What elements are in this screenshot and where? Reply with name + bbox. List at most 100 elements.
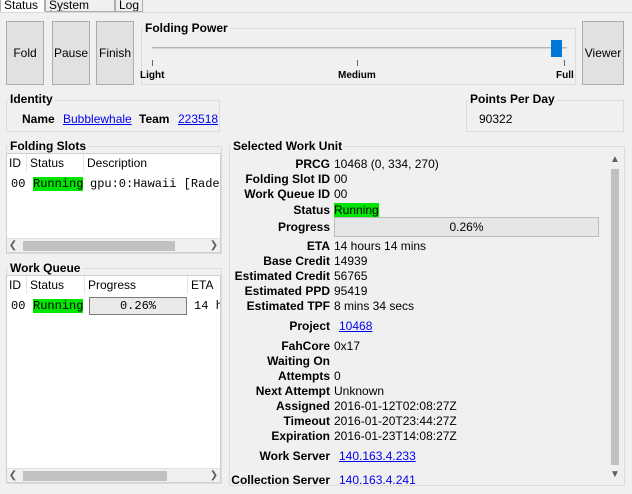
status-label: Status <box>293 203 330 217</box>
team-link[interactable]: 223518 <box>178 112 218 126</box>
column-separator <box>187 276 188 294</box>
scrollbar-thumb[interactable] <box>23 471 167 481</box>
scrollbar-thumb[interactable] <box>611 169 619 465</box>
pause-button[interactable]: Pause <box>52 21 90 85</box>
status-badge: Running <box>33 177 84 191</box>
waiting-on-label: Waiting On <box>267 354 330 368</box>
slider-tick <box>152 60 153 66</box>
folding-slots-title: Folding Slots <box>8 139 88 153</box>
column-header-status[interactable]: Status <box>30 278 64 292</box>
slider-tick <box>564 60 565 66</box>
chevron-down-icon[interactable]: ▼ <box>609 468 621 482</box>
chevron-right-icon[interactable]: ❯ <box>208 469 220 483</box>
attempts-label: Attempts <box>277 369 330 383</box>
estimated-tpf-value: 8 mins 34 secs <box>334 299 415 313</box>
assigned-value: 2016-01-12T02:08:27Z <box>334 399 457 413</box>
prcg-label: PRCG <box>295 157 330 171</box>
name-link[interactable]: Bubblewhale <box>63 112 132 126</box>
column-separator <box>26 154 27 172</box>
scrollbar-thumb[interactable] <box>23 241 175 251</box>
queue-eta: 14 h <box>194 299 220 313</box>
folding-slot-id-label: Folding Slot ID <box>245 172 330 186</box>
timeout-value: 2016-01-20T23:44:27Z <box>334 414 457 428</box>
slider-label-full: Full <box>556 70 574 81</box>
work-queue-id-value: 00 <box>334 187 348 201</box>
prcg-value: 10468 (0, 334, 270) <box>334 157 439 171</box>
team-label: Team <box>139 112 170 126</box>
chevron-up-icon[interactable]: ▲ <box>609 153 621 167</box>
column-separator <box>83 154 84 172</box>
work-server-link[interactable]: 140.163.4.233 <box>339 449 416 463</box>
estimated-credit-label: Estimated Credit <box>234 269 330 283</box>
queue-id: 00 <box>11 299 26 313</box>
horizontal-scrollbar[interactable]: ❮ ❯ <box>7 238 220 252</box>
timeout-label: Timeout <box>283 414 330 428</box>
column-separator <box>26 276 27 294</box>
work-unit-progress-bar: 0.26% <box>334 217 599 237</box>
estimated-ppd-label: Estimated PPD <box>244 284 330 298</box>
tab-status[interactable]: Status <box>0 0 45 12</box>
progress-label: Progress <box>277 220 330 234</box>
identity-title: Identity <box>8 92 55 106</box>
selected-work-unit-title: Selected Work Unit <box>231 139 345 153</box>
folding-power-slider-track[interactable] <box>152 47 567 49</box>
slot-id: 00 <box>11 177 26 191</box>
fahcore-value: 0x17 <box>334 339 361 353</box>
chevron-right-icon[interactable]: ❯ <box>208 239 220 253</box>
column-header-eta[interactable]: ETA <box>191 278 213 292</box>
expiration-value: 2016-01-23T14:08:27Z <box>334 429 457 443</box>
column-header-id[interactable]: ID <box>9 278 21 292</box>
slot-description: gpu:0:Hawaii [Radeon <box>90 177 220 191</box>
ppd-value: 90322 <box>479 112 513 126</box>
tab-log[interactable]: Log <box>115 0 143 12</box>
next-attempt-value: Unknown <box>334 384 385 398</box>
next-attempt-label: Next Attempt <box>255 384 330 398</box>
work-unit-details: ▲ ▼ PRCG 10468 (0, 334, 270) Folding Slot … <box>230 153 623 485</box>
vertical-scrollbar[interactable]: ▲ ▼ <box>607 153 623 485</box>
status-value: Running <box>334 203 379 217</box>
progress-cell: 0.26% <box>89 297 187 315</box>
horizontal-scrollbar[interactable]: ❮ ❯ <box>7 468 220 482</box>
eta-value: 14 hours 14 mins <box>334 239 427 253</box>
column-header-id[interactable]: ID <box>9 156 21 170</box>
work-server-label: Work Server <box>259 449 330 463</box>
viewer-button[interactable]: Viewer <box>582 21 624 85</box>
column-header-description[interactable]: Description <box>87 156 147 170</box>
fahcore-label: FahCore <box>281 339 330 353</box>
chevron-left-icon[interactable]: ❮ <box>7 469 19 483</box>
base-credit-label: Base Credit <box>263 254 330 268</box>
work-queue-table: ID Status Progress ETA 00 Running 0.26% … <box>6 275 221 483</box>
folding-power-slider-thumb[interactable] <box>551 40 562 57</box>
ppd-title: Points Per Day <box>468 92 557 106</box>
collection-server-label: Collection Server <box>231 473 330 485</box>
tab-bar: Status System Info Log <box>0 0 632 13</box>
chevron-left-icon[interactable]: ❮ <box>7 239 19 253</box>
tab-system-info[interactable]: System Info <box>45 0 115 12</box>
project-label: Project <box>289 319 330 333</box>
estimated-credit-value: 56765 <box>334 269 368 283</box>
finish-button[interactable]: Finish <box>96 21 134 85</box>
attempts-value: 0 <box>334 369 341 383</box>
folding-power-title: Folding Power <box>143 21 230 35</box>
table-row[interactable]: 00 Running 0.26% 14 h <box>7 297 220 315</box>
folding-slots-table: ID Status Description 00 Running gpu:0:H… <box>6 153 221 253</box>
column-separator <box>84 276 85 294</box>
name-label: Name <box>22 112 55 126</box>
fold-button[interactable]: Fold <box>6 21 44 85</box>
tab-divider <box>0 12 632 13</box>
work-queue-id-label: Work Queue ID <box>244 187 330 201</box>
column-header-progress[interactable]: Progress <box>88 278 136 292</box>
eta-label: ETA <box>306 239 330 253</box>
work-queue-title: Work Queue <box>8 261 83 275</box>
folding-slot-id-value: 00 <box>334 172 348 186</box>
estimated-ppd-value: 95419 <box>334 284 368 298</box>
slider-label-light: Light <box>140 70 165 81</box>
status-badge: Running <box>33 299 84 313</box>
expiration-label: Expiration <box>271 429 330 443</box>
assigned-label: Assigned <box>275 399 330 413</box>
collection-server-link[interactable]: 140.163.4.241 <box>339 473 416 485</box>
column-header-status[interactable]: Status <box>30 156 64 170</box>
table-row[interactable]: 00 Running gpu:0:Hawaii [Radeon <box>7 176 220 192</box>
estimated-tpf-label: Estimated TPF <box>246 299 330 313</box>
project-link[interactable]: 10468 <box>339 319 372 333</box>
